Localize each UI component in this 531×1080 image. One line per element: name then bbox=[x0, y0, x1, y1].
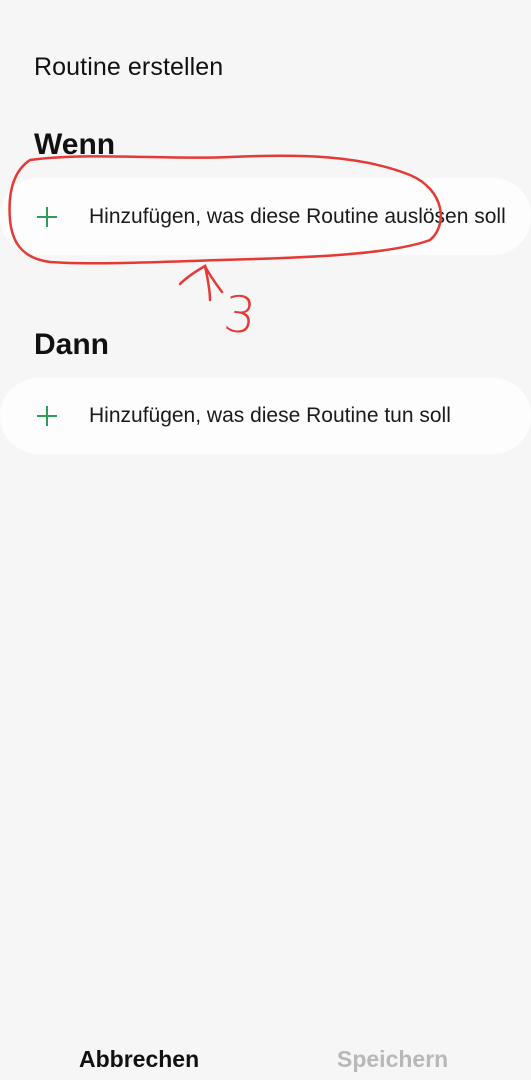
add-trigger-button[interactable]: Hinzufügen, was diese Routine auslösen s… bbox=[0, 178, 531, 255]
add-action-button[interactable]: Hinzufügen, was diese Routine tun soll bbox=[0, 378, 531, 454]
add-trigger-label: Hinzufügen, was diese Routine auslösen s… bbox=[89, 204, 506, 228]
section-heading-when: Wenn bbox=[34, 128, 116, 161]
annotation-number: 3 bbox=[221, 284, 259, 346]
section-heading-then: Dann bbox=[34, 328, 109, 361]
save-button[interactable]: Speichern bbox=[337, 1046, 448, 1073]
cancel-button[interactable]: Abbrechen bbox=[79, 1046, 199, 1073]
page-title: Routine erstellen bbox=[34, 53, 224, 81]
bottom-bar: Abbrechen Speichern bbox=[0, 1030, 531, 1080]
annotation-overlay bbox=[8, 154, 443, 302]
plus-icon bbox=[37, 406, 57, 426]
plus-icon bbox=[37, 206, 57, 227]
annotation-arrow bbox=[178, 264, 224, 302]
add-action-label: Hinzufügen, was diese Routine tun soll bbox=[89, 404, 451, 427]
